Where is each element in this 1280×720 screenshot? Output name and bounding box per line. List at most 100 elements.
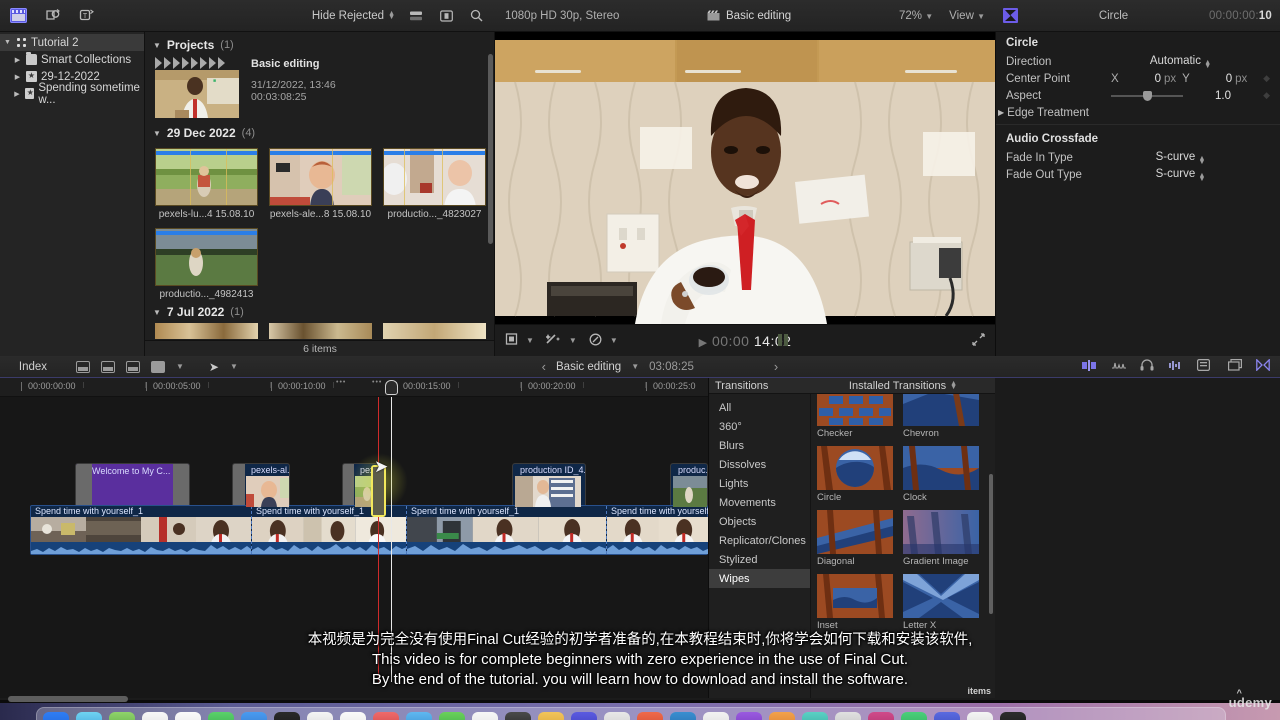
category-dissolves[interactable]: Dissolves xyxy=(709,455,810,474)
dock-icon[interactable] xyxy=(538,712,564,720)
installed-transitions-popup[interactable]: Installed Transitions ▲ ▼ xyxy=(811,380,995,392)
disclosure-triangle-icon[interactable]: ▼ xyxy=(153,308,161,317)
dock-icon[interactable] xyxy=(604,712,630,720)
project-item[interactable]: ■ Basic editing 31/12/2022, 13:46 00:03:… xyxy=(145,56,494,118)
disclosure-triangle-icon[interactable]: ▶ xyxy=(13,56,22,64)
transition-item-inset[interactable]: Inset xyxy=(817,574,893,631)
category-stylized[interactable]: Stylized xyxy=(709,550,810,569)
chevron-down-icon[interactable]: ▼ xyxy=(610,336,618,345)
connect-icon[interactable] xyxy=(126,360,140,373)
direction-popup[interactable]: Automatic ▲ ▼ xyxy=(1111,55,1250,70)
transition-item-clock[interactable]: Clock xyxy=(903,446,979,503)
fullscreen-icon[interactable] xyxy=(972,332,985,349)
headphone-icon[interactable] xyxy=(1140,359,1154,374)
chevron-down-icon[interactable]: ▼ xyxy=(569,336,577,345)
dock-icon[interactable] xyxy=(571,712,597,720)
dock-icon[interactable] xyxy=(835,712,861,720)
insert-icon[interactable] xyxy=(101,360,115,373)
dock-icon[interactable] xyxy=(736,712,762,720)
timeline-project-name[interactable]: Basic editing xyxy=(556,361,621,373)
chevron-down-icon[interactable]: ▼ xyxy=(230,362,238,371)
timeline-ruler[interactable]: 00:00:00:00 00:00:05:00 00:00:10:00 00:0… xyxy=(0,378,708,397)
sidebar-item-smart-collections[interactable]: ▶ Smart Collections xyxy=(0,51,144,68)
disclosure-triangle-icon[interactable]: ▶ xyxy=(998,108,1004,117)
dock-icon[interactable] xyxy=(208,712,234,720)
keyframe-icon[interactable]: ◆ xyxy=(1263,73,1270,84)
clip-thumbnail[interactable] xyxy=(155,228,258,286)
clip-thumbnail[interactable] xyxy=(155,148,258,206)
storyline-clip[interactable]: Spend time with yourself_1 xyxy=(606,506,708,554)
playhead[interactable] xyxy=(378,397,379,682)
transition-item-letter-x[interactable]: Letter X xyxy=(903,574,979,631)
dock-icon[interactable] xyxy=(340,712,366,720)
transition-thumbnail[interactable] xyxy=(817,510,893,554)
filmstrip-view-icon[interactable] xyxy=(437,7,455,25)
clip-thumbnail[interactable] xyxy=(269,148,372,206)
dock-icon[interactable] xyxy=(868,712,894,720)
slider-knob[interactable] xyxy=(1143,90,1152,101)
disclosure-triangle-icon[interactable]: ▶ xyxy=(13,90,21,98)
disclosure-triangle-icon[interactable]: ▶ xyxy=(13,73,22,81)
browser-group-projects[interactable]: ▼ Projects (1) xyxy=(145,32,494,56)
category-movements[interactable]: Movements xyxy=(709,493,810,512)
dock-icon[interactable] xyxy=(934,712,960,720)
playhead-handle[interactable] xyxy=(385,380,398,395)
clip-thumbnail[interactable] xyxy=(383,148,486,206)
dock-icon[interactable] xyxy=(802,712,828,720)
dock-icon[interactable] xyxy=(76,712,102,720)
timeline-body[interactable]: Welcome to My C... pexels-al... pex... xyxy=(0,397,708,682)
audio-config-icon[interactable] xyxy=(1111,360,1126,374)
audio-meter-icon[interactable] xyxy=(1168,360,1183,374)
index-icon[interactable] xyxy=(1197,359,1211,374)
inspector-row-edge-treatment[interactable]: ▶ Edge Treatment xyxy=(996,104,1280,121)
playhead-head[interactable] xyxy=(385,378,398,397)
project-thumbnail[interactable]: ■ xyxy=(155,56,239,118)
dock-icon[interactable] xyxy=(901,712,927,720)
dock-icon[interactable] xyxy=(670,712,696,720)
transition-thumbnail[interactable] xyxy=(903,394,979,426)
chevron-down-icon[interactable]: ▼ xyxy=(526,336,534,345)
dock-icon[interactable] xyxy=(373,712,399,720)
timeline-horizontal-scrollbar[interactable] xyxy=(8,696,128,702)
transition-thumbnail[interactable] xyxy=(903,446,979,490)
index-button[interactable]: Index xyxy=(0,361,66,373)
category-replicator-clones[interactable]: Replicator/Clones xyxy=(709,531,810,550)
browser-group-29-dec-2022[interactable]: ▼ 29 Dec 2022 (4) xyxy=(145,118,494,144)
transition-thumbnail[interactable] xyxy=(817,574,893,618)
overwrite-icon[interactable] xyxy=(151,360,165,373)
category-blurs[interactable]: Blurs xyxy=(709,436,810,455)
search-icon[interactable] xyxy=(467,7,485,25)
disclosure-triangle-icon[interactable]: ▼ xyxy=(3,39,12,46)
storyline-clip[interactable]: Spend time with yourself_1 xyxy=(31,506,251,554)
chevron-down-icon[interactable]: ▼ xyxy=(176,362,184,371)
effects-icon[interactable] xyxy=(544,333,561,348)
media-import-icon[interactable] xyxy=(43,7,61,25)
fade-in-type-popup[interactable]: S-curve ▲ ▼ xyxy=(1111,151,1250,166)
transition-item-chevron[interactable]: Chevron xyxy=(903,394,979,439)
dock-icon[interactable] xyxy=(637,712,663,720)
aspect-slider[interactable] xyxy=(1111,90,1183,101)
browser-scrollbar[interactable] xyxy=(488,54,493,244)
dock-icon[interactable] xyxy=(307,712,333,720)
center-y-value[interactable]: 0 xyxy=(1198,73,1232,85)
dock-icon[interactable] xyxy=(142,712,168,720)
browser-clip[interactable]: productio..._4982413 xyxy=(155,228,258,300)
primary-storyline[interactable]: Spend time with yourself_1 Spend time wi… xyxy=(30,505,708,555)
browser-clip[interactable]: productio..._4823027 xyxy=(383,148,486,220)
transition-item-gradient-image[interactable]: Gradient Image xyxy=(903,510,979,567)
dock-icon[interactable] xyxy=(175,712,201,720)
view-popup[interactable]: View ▼ xyxy=(949,10,985,22)
transitions-scrollbar[interactable] xyxy=(989,474,993,614)
previous-project-icon[interactable]: ‹ xyxy=(542,359,546,374)
transition-item-diagonal[interactable]: Diagonal xyxy=(817,510,893,567)
center-x-value[interactable]: 0 xyxy=(1127,73,1161,85)
next-project-icon[interactable]: › xyxy=(774,359,778,374)
category-all[interactable]: All xyxy=(709,398,810,417)
category-360[interactable]: 360° xyxy=(709,417,810,436)
skimmer[interactable] xyxy=(391,397,392,682)
transition-thumbnail[interactable] xyxy=(817,394,893,426)
keyword-icon[interactable]: T xyxy=(77,7,95,25)
append-icon[interactable] xyxy=(76,360,90,373)
sidebar-item-library[interactable]: ▼ Tutorial 2 xyxy=(0,34,144,51)
disclosure-triangle-icon[interactable]: ▼ xyxy=(153,41,161,50)
